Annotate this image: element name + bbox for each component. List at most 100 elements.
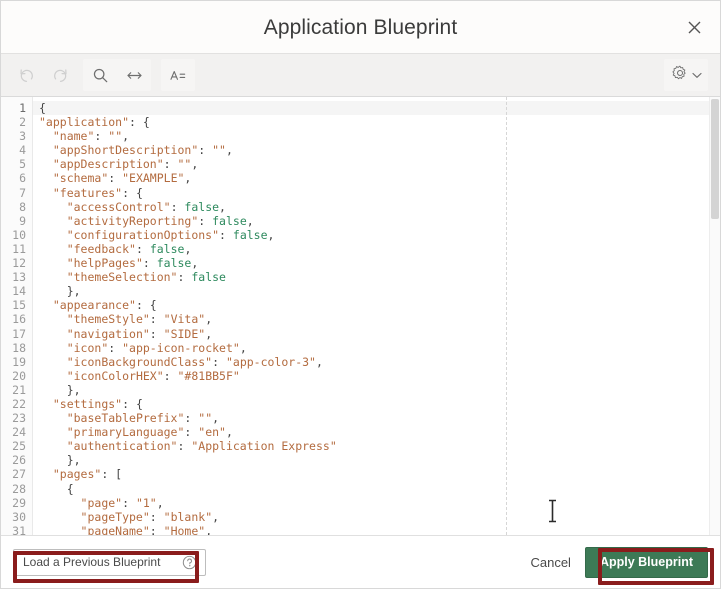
code-token-punc: , [184,241,192,256]
undo-icon[interactable] [9,59,43,91]
code-line[interactable]: "configurationOptions": false, [33,228,720,242]
code-token-punc: : [149,509,164,524]
code-token-key: "pageType" [80,509,150,524]
redo-icon[interactable] [43,59,77,91]
code-token-punc: : [149,523,164,535]
code-line[interactable]: "appShortDescription": "", [33,143,720,157]
code-line[interactable]: "feedback": false, [33,242,720,256]
code-token-str: "Vita" [163,312,206,327]
code-token-key: "themeSelection" [66,270,178,285]
code-line[interactable]: "icon": "app-icon-rocket", [33,341,720,355]
code-token-key: "appearance" [52,298,136,313]
code-line[interactable]: "iconColorHEX": "#81BB5F" [33,369,720,383]
line-number: 13 [12,270,26,285]
code-token-punc: }, [66,453,81,468]
code-content[interactable]: {"application": { "name": "", "appShortD… [33,97,720,535]
code-line[interactable]: "appearance": { [33,298,720,312]
line-number: 25 [12,439,26,454]
code-line[interactable]: "authentication": "Application Express" [33,439,720,453]
code-line[interactable]: "accessControl": false, [33,200,720,214]
code-token-key: "primaryLanguage" [66,425,185,440]
code-line[interactable]: { [33,101,720,116]
gear-icon [672,65,688,86]
code-line[interactable]: "features": { [33,186,720,200]
code-token-key: "page" [80,495,123,510]
code-line[interactable]: "pageName": "Home", [33,524,720,535]
code-token-bool: false [232,227,268,242]
line-wrap-arrows-icon[interactable] [117,59,151,91]
line-number: 22 [12,396,26,411]
code-token-punc: : [108,340,123,355]
code-line[interactable]: "iconBackgroundClass": "app-color-3", [33,355,720,369]
code-line[interactable]: "settings": { [33,397,720,411]
code-line[interactable]: "primaryLanguage": "en", [33,425,720,439]
code-line[interactable]: "appDescription": "", [33,157,720,171]
help-circle-icon[interactable] [182,555,197,570]
line-number: 9 [19,213,26,228]
format-text-icon[interactable] [161,59,195,91]
code-line[interactable]: "navigation": "SIDE", [33,327,720,341]
code-line[interactable]: "pageType": "blank", [33,510,720,524]
cancel-button[interactable]: Cancel [516,549,584,576]
code-token-punc: { [66,481,74,496]
code-token-bool: false [156,256,192,271]
code-token-key: "accessControl" [66,199,171,214]
scrollbar-thumb[interactable] [711,99,719,219]
code-token-punc: : [135,241,150,256]
code-line[interactable]: { [33,482,720,496]
code-token-punc: , [191,157,199,172]
code-line[interactable]: "themeSelection": false [33,270,720,284]
line-number: 5 [19,157,26,172]
code-token-punc: : [177,270,192,285]
line-number: 11 [12,241,26,256]
vertical-scrollbar[interactable] [709,97,720,535]
code-token-key: "themeStyle" [66,312,150,327]
code-line[interactable]: "activityReporting": false, [33,214,720,228]
code-line[interactable]: "application": { [33,115,720,129]
code-token-punc: , [205,523,213,535]
code-line[interactable]: "schema": "EXAMPLE", [33,171,720,185]
code-token-key: "appDescription" [52,157,164,172]
line-number: 20 [12,368,26,383]
line-number: 4 [19,143,26,158]
code-line[interactable]: "pages": [ [33,467,720,481]
line-number: 8 [19,199,26,214]
code-token-punc: : [163,368,178,383]
code-token-punc: : [219,227,233,242]
code-line[interactable]: }, [33,284,720,298]
close-icon[interactable] [680,13,708,41]
code-line[interactable]: "page": "1", [33,496,720,510]
code-token-punc: , [184,171,192,186]
code-token-str: "app-color-3" [225,354,316,369]
load-previous-blueprint-button[interactable]: Load a Previous Blueprint [13,548,207,576]
code-token-punc: , [191,256,199,271]
code-token-punc: , [212,411,220,426]
code-token-punc: , [219,199,226,214]
code-token-punc: { [39,101,46,115]
code-line[interactable]: "themeStyle": "Vita", [33,312,720,326]
code-token-punc: : [184,411,199,426]
code-line[interactable]: "helpPages": false, [33,256,720,270]
code-token-key: "iconColorHEX" [66,368,164,383]
code-token-str: "EXAMPLE" [122,171,185,186]
code-token-str: "Home" [163,523,206,535]
code-line[interactable]: }, [33,383,720,397]
code-token-key: "navigation" [66,326,150,341]
apply-blueprint-button[interactable]: Apply Blueprint [584,546,708,578]
code-line[interactable]: "name": "", [33,129,720,143]
code-token-key: "features" [52,185,123,200]
code-line[interactable]: }, [33,453,720,467]
code-editor[interactable]: 1 2 3 4 5 6 7 8 9 10 11 12 13 14 15 16 17 18 19 20 21 22 23 24 2… [1,97,720,535]
chevron-down-icon [692,66,702,84]
code-line[interactable]: "baseTablePrefix": "", [33,411,720,425]
settings-menu-button[interactable] [664,59,708,91]
code-token-punc: }, [66,284,81,299]
search-icon[interactable] [83,59,117,91]
history-button-group [9,59,77,91]
line-number: 24 [12,425,26,440]
code-token-punc: , [122,129,130,144]
code-token-punc: : [198,213,213,228]
line-number: 10 [12,227,26,242]
line-number: 28 [12,481,26,496]
code-token-punc: , [225,143,233,158]
